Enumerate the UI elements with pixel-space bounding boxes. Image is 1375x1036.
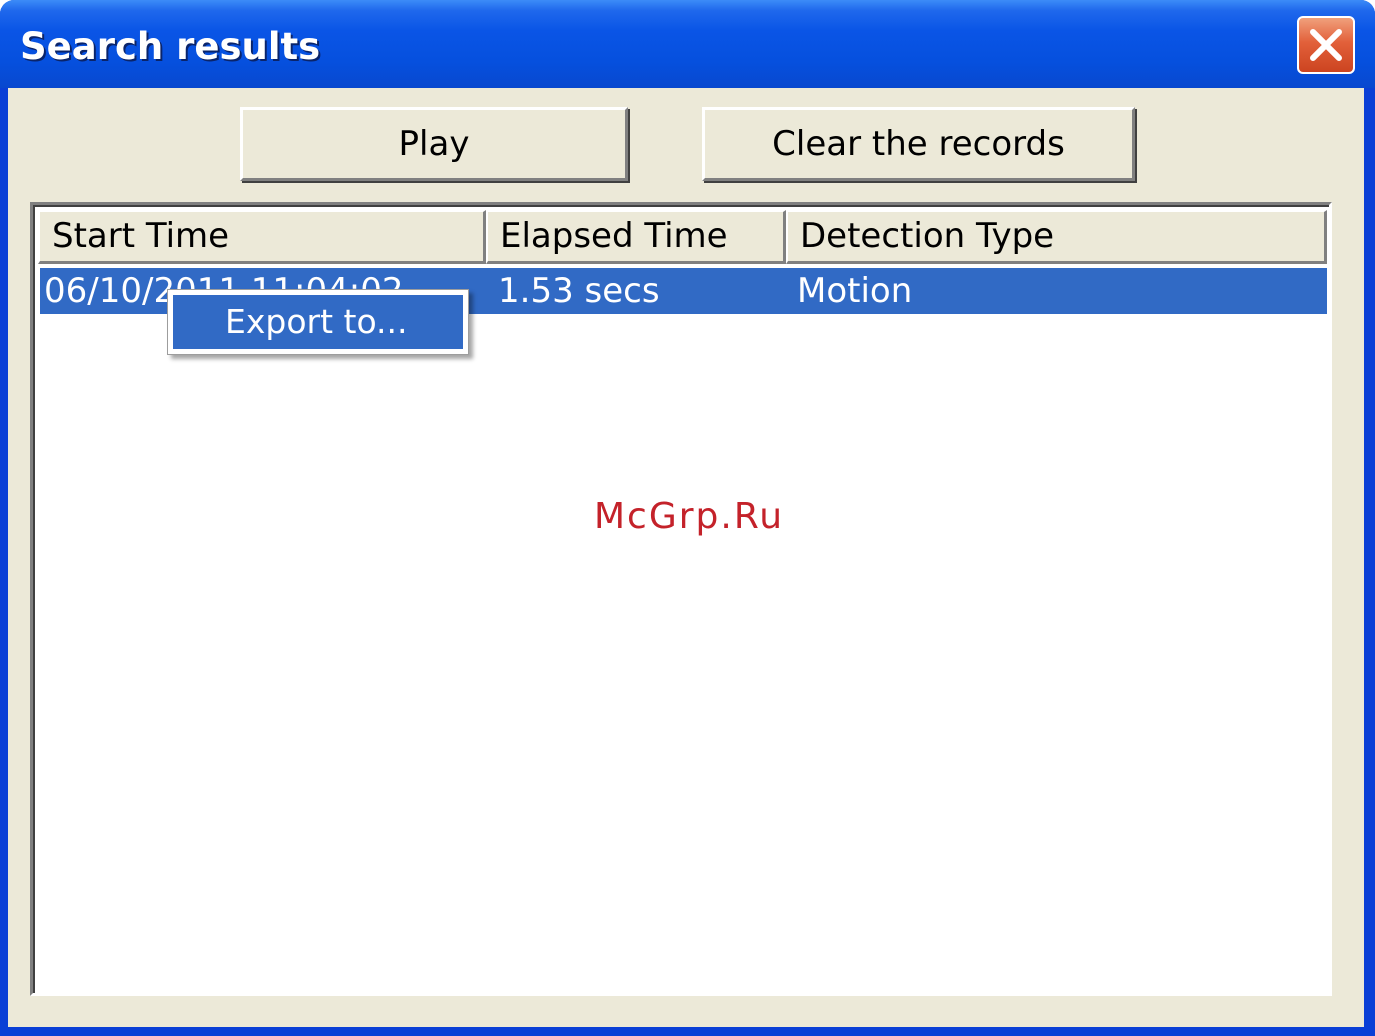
window-title: Search results [20,25,321,68]
close-icon [1310,29,1342,61]
column-header-elapsed-time[interactable]: Elapsed Time [486,210,786,264]
watermark: McGrp.Ru [594,496,785,537]
clear-records-button[interactable]: Clear the records [702,107,1135,181]
play-button[interactable]: Play [240,107,628,181]
close-button[interactable] [1297,16,1355,74]
search-results-window: Search results Play Clear the records St… [0,0,1375,1036]
menu-item-export[interactable]: Export to... [173,295,463,349]
cell-detection-type: Motion [797,271,913,311]
context-menu: Export to... [167,289,469,355]
cell-elapsed-time: 1.53 secs [498,271,660,311]
title-bar[interactable]: Search results [0,0,1375,88]
column-header-start-time[interactable]: Start Time [38,210,486,264]
dialog-body: Play Clear the records Start Time Elapse… [8,88,1364,1027]
column-header-detection-type[interactable]: Detection Type [786,210,1327,264]
list-header: Start Time Elapsed Time Detection Type [38,210,1327,264]
